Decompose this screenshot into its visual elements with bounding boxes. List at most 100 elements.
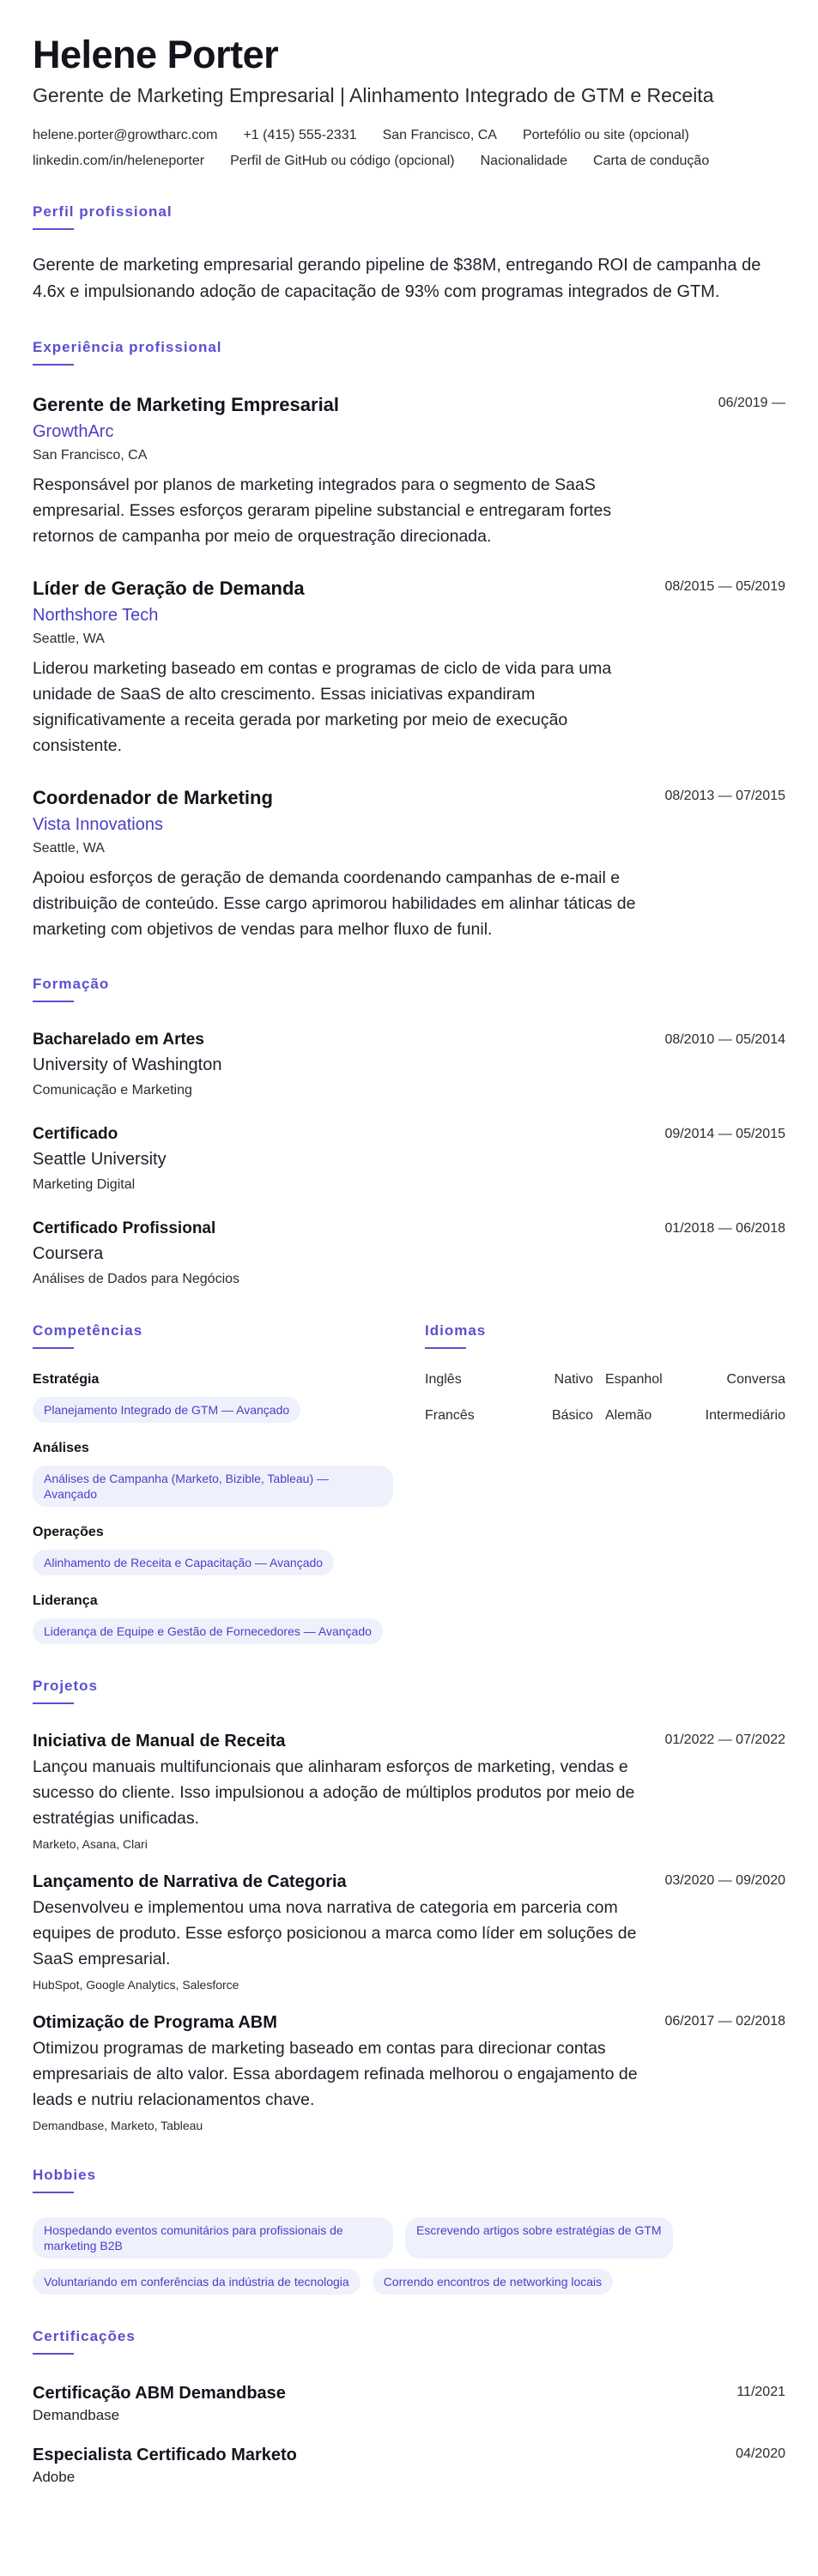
skill-group: Análises Análises de Campanha (Marketo, … <box>33 1440 393 1507</box>
certification-item: Especialista Certificado Marketo Adobe 0… <box>33 2444 785 2487</box>
school-name: Seattle University <box>33 1150 167 1169</box>
job-title: Gerente de Marketing Empresarial <box>33 394 340 415</box>
skill-category: Operações <box>33 1525 104 1539</box>
project-title: Otimização de Programa ABM <box>33 2013 277 2032</box>
job-description: Responsável por planos de marketing inte… <box>33 475 612 546</box>
experience-item: Coordenador de Marketing Vista Innovatio… <box>33 786 785 942</box>
contact-email[interactable]: helene.porter@growtharc.com <box>33 127 217 144</box>
skill-category: Estratégia <box>33 1372 100 1387</box>
field-of-study: Comunicação e Marketing <box>33 1083 192 1098</box>
section-divider <box>33 1702 74 1704</box>
language-name: Inglês <box>425 1372 462 1387</box>
language-item: Francês Básico <box>425 1407 605 1424</box>
contact-github[interactable]: Perfil de GitHub ou código (opcional) <box>230 153 454 170</box>
contact-info: helene.porter@growtharc.com +1 (415) 555… <box>33 127 785 170</box>
certification-item: Certificação ABM Demandbase Demandbase 1… <box>33 2382 785 2425</box>
hobby-tag: Hospedando eventos comunitários para pro… <box>33 2217 393 2259</box>
language-level: Intermediário <box>705 1408 785 1423</box>
certification-issuer: Demandbase <box>33 2407 120 2423</box>
section-divider <box>33 1347 74 1349</box>
job-title: Líder de Geração de Demanda <box>33 577 305 599</box>
job-location: Seattle, WA <box>33 841 105 856</box>
project-item: Lançamento de Narrativa de Categoria Des… <box>33 1871 785 1992</box>
language-level: Nativo <box>554 1372 593 1387</box>
project-tools: Marketo, Asana, Clari <box>33 1837 148 1851</box>
language-item: Espanhol Conversa <box>605 1371 785 1388</box>
section-title: Projetos <box>33 1678 99 1694</box>
section-title: Competências <box>33 1322 143 1339</box>
section-divider <box>33 364 74 366</box>
job-description: Apoiou esforços de geração de demanda co… <box>33 868 636 939</box>
education-item: Certificado Profissional Coursera Anális… <box>33 1218 785 1289</box>
profile-summary: Gerente de marketing empresarial gerando… <box>33 256 761 301</box>
section-title: Idiomas <box>425 1322 487 1339</box>
field-of-study: Marketing Digital <box>33 1177 136 1192</box>
languages-list: Inglês Nativo Espanhol Conversa Francês … <box>425 1371 785 1424</box>
degree: Bacharelado em Artes <box>33 1031 204 1049</box>
contact-phone[interactable]: +1 (415) 555-2331 <box>243 127 356 144</box>
project-dates: 06/2017 — 02/2018 <box>664 2014 785 2029</box>
job-dates: 08/2013 — 07/2015 <box>664 789 785 803</box>
hobbies-section: Hobbies Hospedando eventos comunitários … <box>33 2166 785 2295</box>
skill-group: Operações Alinhamento de Receita e Capac… <box>33 1524 393 1575</box>
certification-issuer: Adobe <box>33 2469 76 2485</box>
job-title: Coordenador de Marketing <box>33 787 273 808</box>
headline: Gerente de Marketing Empresarial | Alinh… <box>33 84 714 106</box>
education-item: Bacharelado em Artes University of Washi… <box>33 1030 785 1100</box>
education-dates: 09/2014 — 05/2015 <box>664 1127 785 1141</box>
project-title: Iniciativa de Manual de Receita <box>33 1732 286 1751</box>
projects-section: Projetos Iniciativa de Manual de Receita… <box>33 1677 785 2133</box>
language-level: Básico <box>551 1408 593 1423</box>
certification-name: Certificação ABM Demandbase <box>33 2384 286 2403</box>
hobbies-list: Hospedando eventos comunitários para pro… <box>33 2217 785 2295</box>
skill-group: Liderança Liderança de Equipe e Gestão d… <box>33 1593 393 1644</box>
project-description: Otimizou programas de marketing baseado … <box>33 2039 638 2109</box>
project-description: Lançou manuais multifuncionais que alinh… <box>33 1757 635 1828</box>
skill-tag: Liderança de Equipe e Gestão de Forneced… <box>33 1618 383 1644</box>
contact-portfolio[interactable]: Portefólio ou site (opcional) <box>523 127 689 144</box>
skills-section: Competências Estratégia Planejamento Int… <box>33 1321 393 1644</box>
contact-linkedin[interactable]: linkedin.com/in/heleneporter <box>33 153 204 170</box>
skill-tag: Planejamento Integrado de GTM — Avançado <box>33 1397 301 1423</box>
project-dates: 01/2022 — 07/2022 <box>664 1732 785 1747</box>
language-name: Espanhol <box>605 1372 663 1387</box>
section-divider <box>425 1347 466 1349</box>
school-name: University of Washington <box>33 1055 222 1074</box>
section-divider <box>33 1001 74 1002</box>
skill-category: Liderança <box>33 1593 98 1608</box>
languages-section: Idiomas Inglês Nativo Espanhol Conversa … <box>425 1321 785 1644</box>
certification-name: Especialista Certificado Marketo <box>33 2446 297 2464</box>
contact-nationality: Nacionalidade <box>480 154 568 168</box>
job-location: San Francisco, CA <box>33 448 148 463</box>
project-tools: Demandbase, Marketo, Tableau <box>33 2119 203 2132</box>
skills-languages-row: Competências Estratégia Planejamento Int… <box>33 1321 785 1644</box>
job-description: Liderou marketing baseado em contas e pr… <box>33 659 612 755</box>
education-item: Certificado Seattle University Marketing… <box>33 1124 785 1194</box>
company-name: Northshore Tech <box>33 606 159 625</box>
school-name: Coursera <box>33 1244 104 1263</box>
education-dates: 01/2018 — 06/2018 <box>664 1221 785 1236</box>
job-location: Seattle, WA <box>33 632 105 646</box>
project-dates: 03/2020 — 09/2020 <box>664 1873 785 1888</box>
certification-date: 04/2020 <box>736 2446 785 2461</box>
section-divider <box>33 2353 74 2355</box>
hobby-tag: Escrevendo artigos sobre estratégias de … <box>405 2217 673 2259</box>
project-description: Desenvolveu e implementou uma nova narra… <box>33 1898 637 1968</box>
education-section: Formação Bacharelado em Artes University… <box>33 975 785 1289</box>
section-title: Formação <box>33 976 110 992</box>
profile-section: Perfil profissional Gerente de marketing… <box>33 203 785 305</box>
certifications-section: Certificações Certificação ABM Demandbas… <box>33 2327 785 2487</box>
degree: Certificado Profissional <box>33 1219 216 1237</box>
skill-category: Análises <box>33 1441 89 1455</box>
skill-group: Estratégia Planejamento Integrado de GTM… <box>33 1371 393 1423</box>
language-item: Inglês Nativo <box>425 1371 605 1388</box>
hobby-tag: Correndo encontros de networking locais <box>372 2269 614 2295</box>
experience-item: Líder de Geração de Demanda Northshore T… <box>33 577 785 759</box>
candidate-name: Helene Porter <box>33 33 279 76</box>
section-title: Experiência profissional <box>33 339 222 355</box>
certification-date: 11/2021 <box>736 2385 785 2399</box>
section-divider <box>33 2192 74 2193</box>
language-item: Alemão Intermediário <box>605 1407 785 1424</box>
section-title: Certificações <box>33 2328 136 2344</box>
language-name: Francês <box>425 1408 475 1423</box>
